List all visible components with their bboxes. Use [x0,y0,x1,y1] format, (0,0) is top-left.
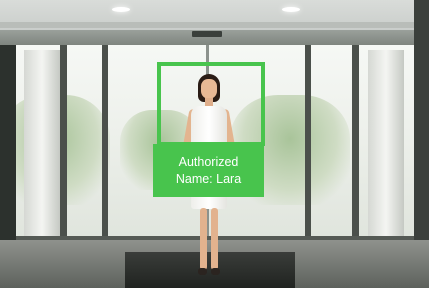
door-sensor [192,31,222,37]
shoe [198,268,207,275]
ceiling-light [112,7,130,12]
ceiling-light [282,7,300,12]
identity-label: Authorized Name: Lara [153,144,264,197]
leg [200,208,207,270]
authorization-status: Authorized [178,154,239,169]
shoe [211,268,220,275]
leg [211,208,218,270]
ceiling-trim [0,22,429,28]
ceiling [0,0,429,34]
face-detection-box [157,62,265,146]
pillar [24,50,60,255]
person-name: Name: Lara [175,171,242,186]
entrance-photo: Authorized Name: Lara [0,0,429,288]
pillar [368,50,404,255]
